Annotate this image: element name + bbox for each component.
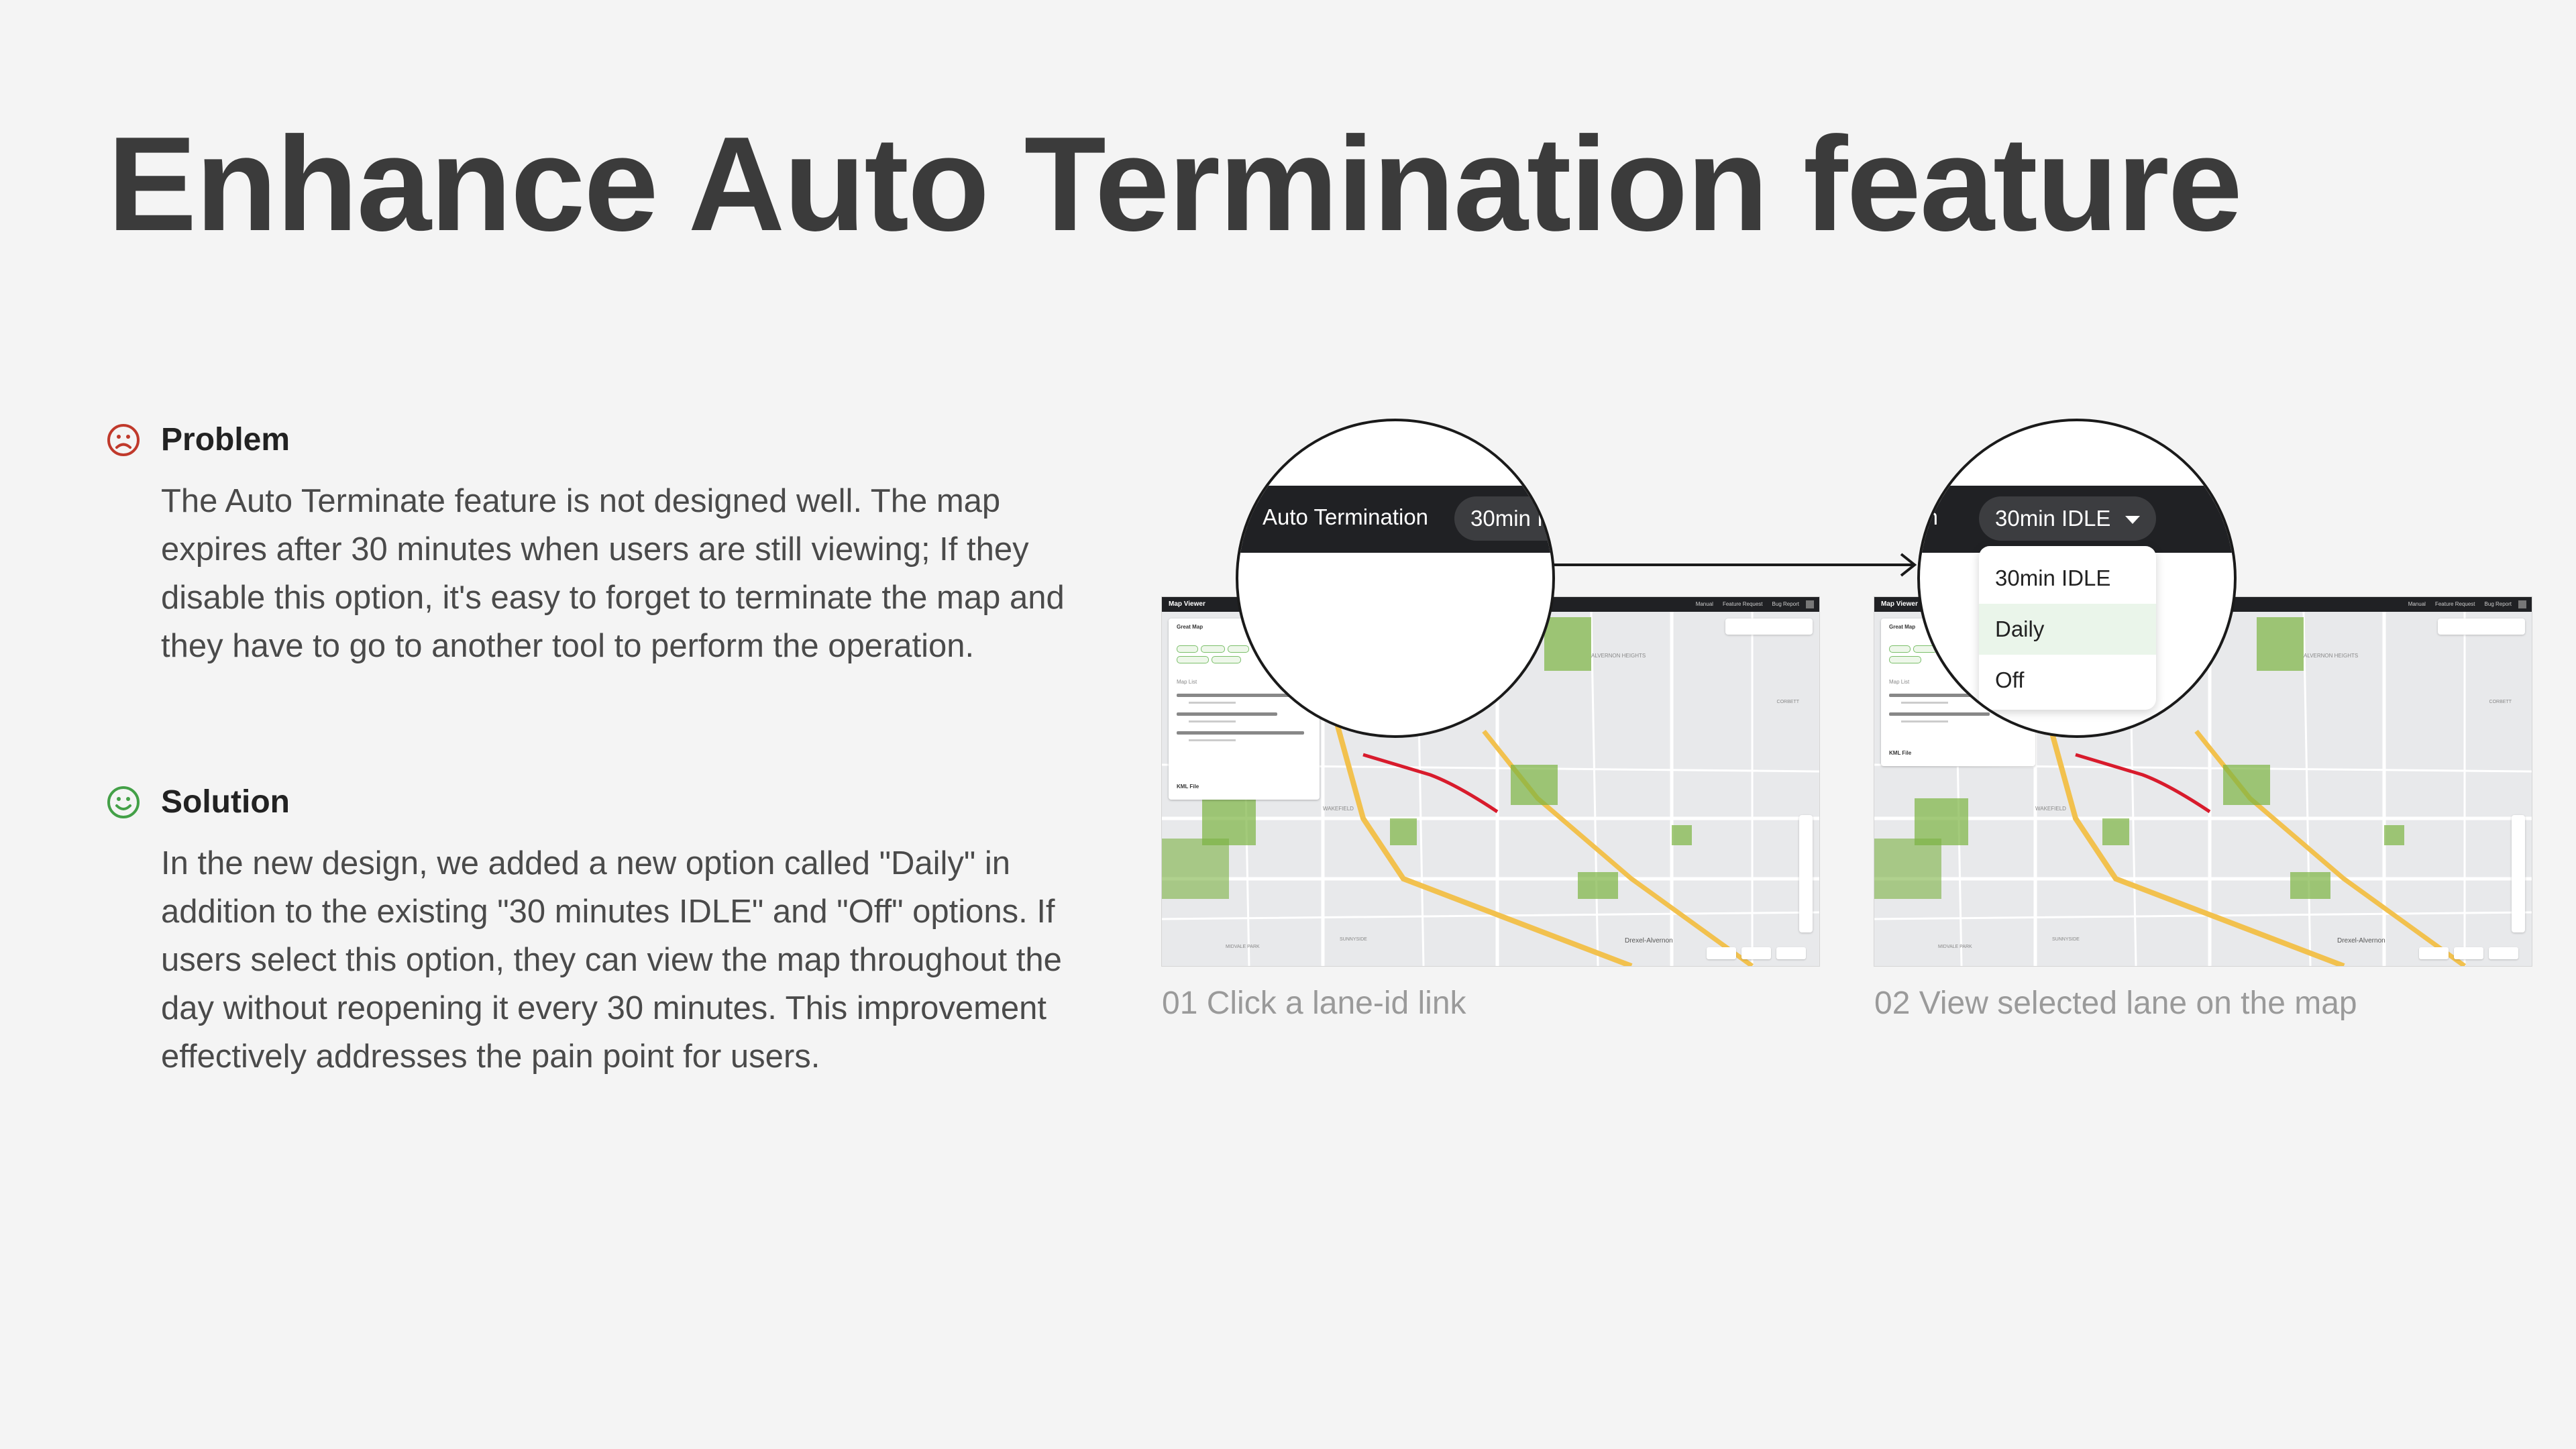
auto-termination-select[interactable]: 30min IDLE xyxy=(1979,496,2157,541)
place-label: CORBETT xyxy=(2489,700,2512,704)
show-grid-control[interactable] xyxy=(2438,619,2525,635)
dark-button[interactable] xyxy=(1776,947,1806,959)
place-label: ALVERNON HEIGHTS xyxy=(1591,653,1646,659)
filter-chip[interactable] xyxy=(1228,645,1249,653)
satellite-button[interactable] xyxy=(1707,947,1736,959)
option-daily[interactable]: Daily xyxy=(1979,604,2156,655)
place-label: SUNNYSIDE xyxy=(2052,937,2080,942)
place-label: WAKEFIELD xyxy=(2035,806,2066,812)
problem-heading: Problem xyxy=(161,422,290,458)
map-list-subtext xyxy=(1189,739,1236,741)
auto-termination-label: Auto Termination xyxy=(1920,504,1939,529)
manual-link[interactable]: Manual xyxy=(1696,597,1713,612)
map-list-label: Map List xyxy=(1889,679,1910,685)
filter-chip[interactable] xyxy=(1889,645,1911,653)
solution-heading: Solution xyxy=(161,784,290,820)
place-label: CORBETT xyxy=(1777,700,1800,704)
panel-title: Great Map xyxy=(1889,624,1916,630)
page-title: Enhance Auto Termination feature xyxy=(107,109,2243,259)
filter-chip[interactable] xyxy=(1201,645,1225,653)
streets-button[interactable] xyxy=(2454,947,2483,959)
satellite-button[interactable] xyxy=(2419,947,2449,959)
map-list-subtext xyxy=(1901,720,1948,722)
map-list-row[interactable] xyxy=(1889,712,1990,716)
caption-2: 02 View selected lane on the map xyxy=(1874,985,2357,1021)
filter-chip[interactable] xyxy=(1177,645,1198,653)
header-links: Manual Feature Request Bug Report xyxy=(1696,597,1799,612)
panel-title: Great Map xyxy=(1177,624,1203,630)
smile-face-icon xyxy=(107,786,140,818)
place-label: MIDVALE PARK xyxy=(1938,945,1972,949)
place-label: ALVERNON HEIGHTS xyxy=(2304,653,2358,659)
show-grid-control[interactable] xyxy=(1725,619,1813,635)
select-value: 30min IDLE xyxy=(1995,506,2111,531)
dark-button[interactable] xyxy=(2489,947,2518,959)
header-links: Manual Feature Request Bug Report xyxy=(2408,597,2512,612)
place-label: Drexel-Alvernon xyxy=(2337,937,2385,945)
solution-body: In the new design, we added a new option… xyxy=(161,845,1062,1075)
map-toolbar[interactable] xyxy=(2512,815,2525,932)
filter-chip[interactable] xyxy=(1889,656,1921,663)
map-toolbar[interactable] xyxy=(1799,815,1813,932)
problem-body: The Auto Terminate feature is not design… xyxy=(161,483,1065,664)
streets-button[interactable] xyxy=(1741,947,1771,959)
auto-termination-select[interactable]: 30min IDLE xyxy=(1454,496,1552,541)
kml-label: KML File xyxy=(1177,784,1199,790)
manual-link[interactable]: Manual xyxy=(2408,597,2426,612)
kml-label: KML File xyxy=(1889,750,1912,756)
map-list-row[interactable] xyxy=(1177,712,1277,716)
problem-section: Problem The Auto Terminate feature is no… xyxy=(106,421,1072,670)
feature-request-link[interactable]: Feature Request xyxy=(2435,597,2475,612)
map-list-subtext xyxy=(1189,702,1236,704)
sad-face-icon xyxy=(107,423,140,456)
bug-report-link[interactable]: Bug Report xyxy=(2485,597,2512,612)
place-label: Drexel-Alvernon xyxy=(1625,937,1673,945)
user-avatar[interactable] xyxy=(2518,600,2526,608)
feature-request-link[interactable]: Feature Request xyxy=(1723,597,1763,612)
map-list-subtext xyxy=(1189,720,1236,722)
filter-chip[interactable] xyxy=(1212,656,1241,663)
app-name: Map Viewer xyxy=(1169,600,1205,608)
map-list-subtext xyxy=(1901,702,1948,704)
place-label: SUNNYSIDE xyxy=(1340,937,1367,942)
caption-1: 01 Click a lane-id link xyxy=(1162,985,1466,1021)
filter-chip[interactable] xyxy=(1177,656,1209,663)
caret-down-icon xyxy=(2125,516,2141,525)
zoom-lens-1: Auto Termination 30min IDLE xyxy=(1236,419,1555,738)
option-off[interactable]: Off xyxy=(1979,655,2156,706)
zoom-lens-2: Auto Termination 30min IDLE 30min IDLE D… xyxy=(1917,419,2237,738)
option-30min-idle[interactable]: 30min IDLE xyxy=(1979,553,2156,604)
bug-report-link[interactable]: Bug Report xyxy=(1772,597,1799,612)
auto-termination-dropdown: 30min IDLE Daily Off xyxy=(1979,546,2156,710)
map-list-label: Map List xyxy=(1177,679,1197,685)
app-name: Map Viewer xyxy=(1881,600,1918,608)
solution-section: Solution In the new design, we added a n… xyxy=(106,784,1072,1081)
user-avatar[interactable] xyxy=(1806,600,1814,608)
place-label: MIDVALE PARK xyxy=(1226,945,1260,949)
map-list-row[interactable] xyxy=(1177,731,1304,735)
auto-termination-label: Auto Termination xyxy=(1263,504,1429,529)
place-label: WAKEFIELD xyxy=(1323,806,1354,812)
